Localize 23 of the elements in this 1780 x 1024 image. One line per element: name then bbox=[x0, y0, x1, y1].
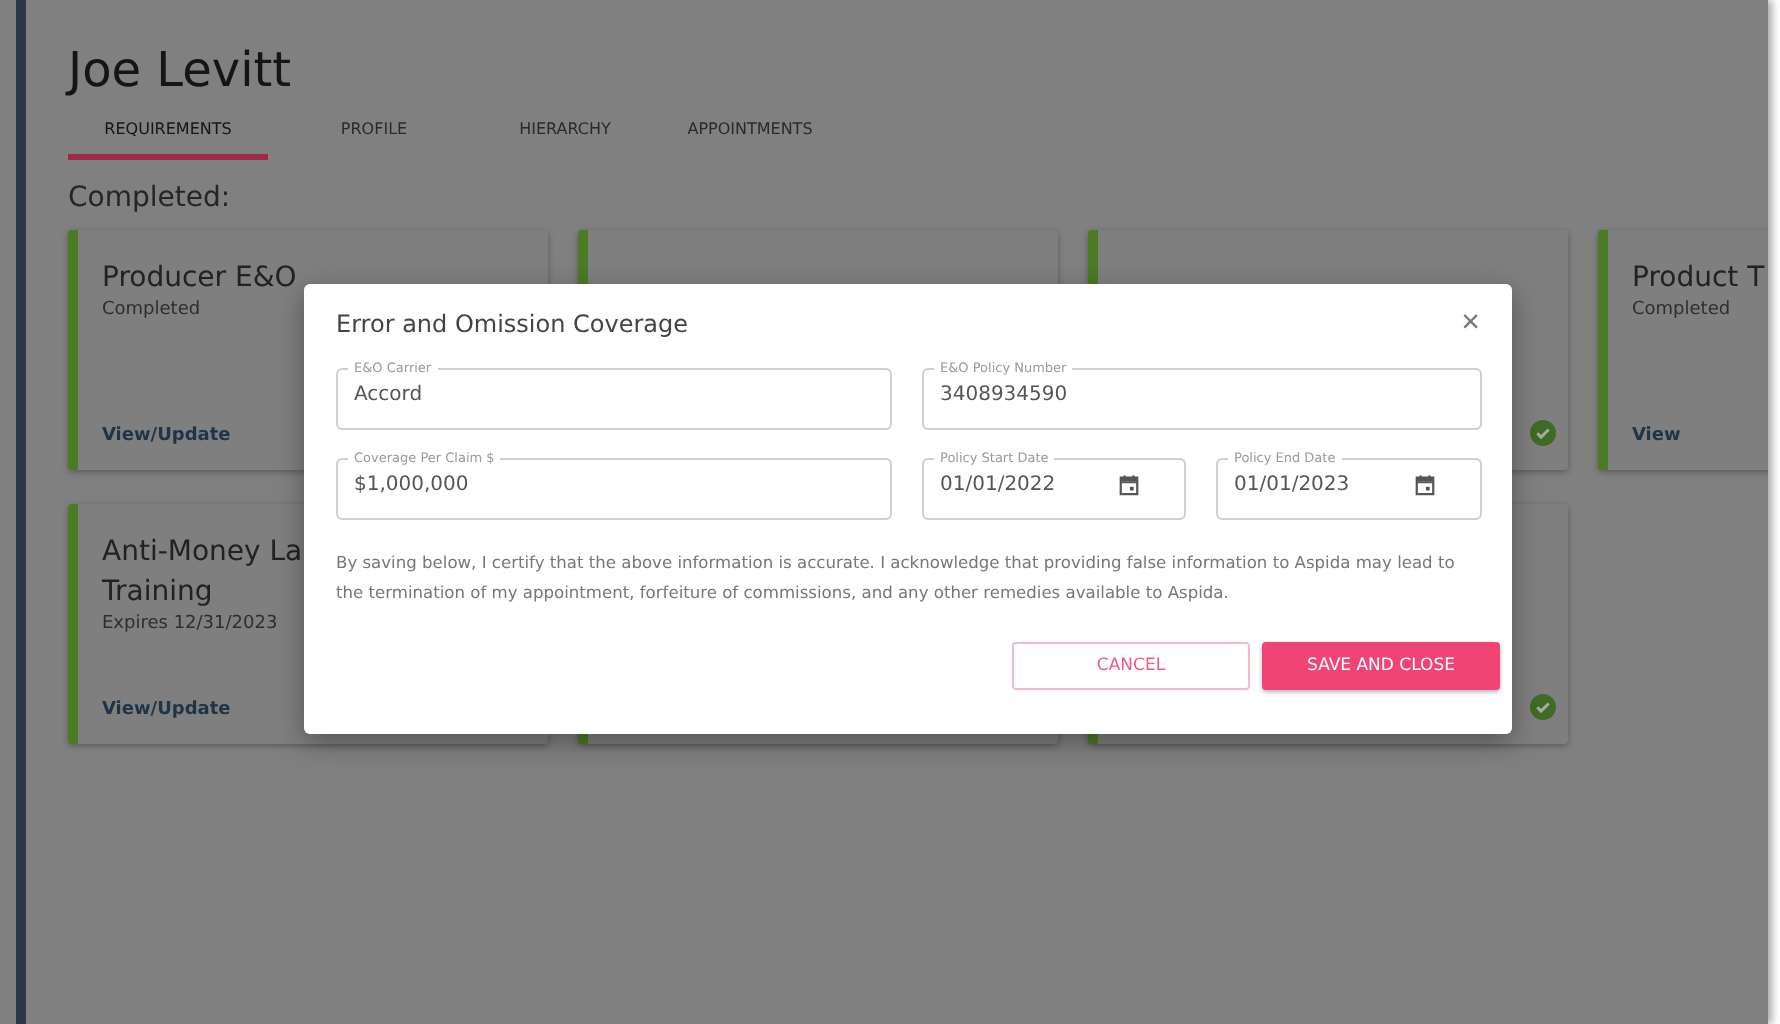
tab[interactable]: HIERARCHY bbox=[480, 108, 650, 160]
input-field[interactable]: 3408934590 bbox=[940, 384, 1464, 406]
close-button[interactable]: × bbox=[1457, 308, 1484, 340]
input-field[interactable]: $1,000,000 bbox=[354, 474, 874, 496]
input-field[interactable]: Accord bbox=[354, 384, 874, 406]
input-field[interactable]: 01/01/2023 bbox=[1234, 474, 1414, 496]
card-status: Completed bbox=[102, 300, 201, 320]
card-status: Completed bbox=[1632, 300, 1731, 320]
calendar-icon[interactable] bbox=[1414, 474, 1436, 496]
dialog-title: Error and Omission Coverage bbox=[336, 310, 689, 338]
save-button[interactable]: SAVE AND CLOSE bbox=[1262, 642, 1500, 690]
tab[interactable]: APPOINTMENTS bbox=[650, 108, 850, 160]
card-title: Producer E&O bbox=[102, 260, 297, 298]
section-heading: Completed: bbox=[68, 182, 233, 214]
tab[interactable]: REQUIREMENTS bbox=[68, 108, 268, 160]
input-field[interactable]: 01/01/2022 bbox=[940, 474, 1118, 496]
card-title: Anti-Money La Training bbox=[102, 534, 303, 612]
card-status: Expires 12/31/2023 bbox=[102, 614, 278, 634]
tab[interactable]: PROFILE bbox=[268, 108, 480, 160]
card-title: Product T bbox=[1632, 260, 1765, 298]
certification-text: By saving below, I certify that the above information is accurate. I acknowledge that providing false information to Aspida may lead to the termination of my appointment, forfeiture of commissions, and any other remedies available to Aspida. bbox=[336, 550, 1456, 606]
page-title: Joe Levitt bbox=[68, 40, 294, 100]
calendar-icon[interactable] bbox=[1118, 474, 1140, 496]
